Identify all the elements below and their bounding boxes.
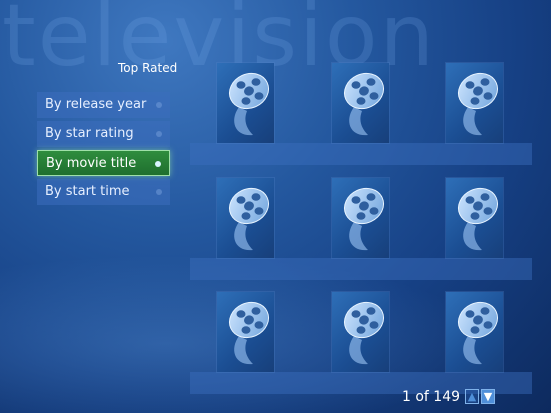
dot-icon bbox=[156, 102, 162, 108]
film-reel-icon bbox=[332, 178, 389, 258]
menu-item-label: By release year bbox=[45, 97, 147, 112]
film-reel-icon bbox=[332, 292, 389, 372]
menu-item-star-rating[interactable]: By star rating bbox=[37, 121, 170, 147]
film-reel-icon bbox=[332, 63, 389, 143]
film-reel-icon bbox=[446, 178, 503, 258]
movie-tile[interactable] bbox=[332, 63, 389, 143]
grid-row-strip bbox=[190, 143, 532, 165]
movie-tile[interactable] bbox=[446, 292, 503, 372]
movie-tile[interactable] bbox=[332, 292, 389, 372]
chevron-up-icon[interactable]: ▲ bbox=[465, 389, 479, 404]
menu-item-movie-title[interactable]: By movie title bbox=[37, 150, 170, 176]
menu-item-label: By star rating bbox=[45, 126, 134, 141]
menu-item-label: By start time bbox=[45, 184, 130, 199]
menu-item-release-year[interactable]: By release year bbox=[37, 92, 170, 118]
film-reel-icon bbox=[446, 292, 503, 372]
dot-icon bbox=[155, 161, 161, 167]
movie-tile[interactable] bbox=[217, 178, 274, 258]
sort-menu: By release year By star rating By movie … bbox=[37, 92, 170, 208]
dot-icon bbox=[156, 131, 162, 137]
menu-item-start-time[interactable]: By start time bbox=[37, 179, 170, 205]
movie-tile[interactable] bbox=[217, 63, 274, 143]
film-reel-icon bbox=[217, 178, 274, 258]
dot-icon bbox=[156, 189, 162, 195]
grid-row-strip bbox=[190, 258, 532, 280]
film-reel-icon bbox=[217, 63, 274, 143]
page-title: Top Rated bbox=[118, 61, 178, 75]
movie-tile[interactable] bbox=[332, 178, 389, 258]
chevron-down-icon[interactable]: ▼ bbox=[481, 389, 495, 404]
menu-item-label: By movie title bbox=[46, 156, 137, 171]
film-reel-icon bbox=[446, 63, 503, 143]
film-reel-icon bbox=[217, 292, 274, 372]
movie-tile[interactable] bbox=[217, 292, 274, 372]
page-counter: 1 of 149 bbox=[402, 389, 461, 405]
movie-tile[interactable] bbox=[446, 178, 503, 258]
movie-tile[interactable] bbox=[446, 63, 503, 143]
